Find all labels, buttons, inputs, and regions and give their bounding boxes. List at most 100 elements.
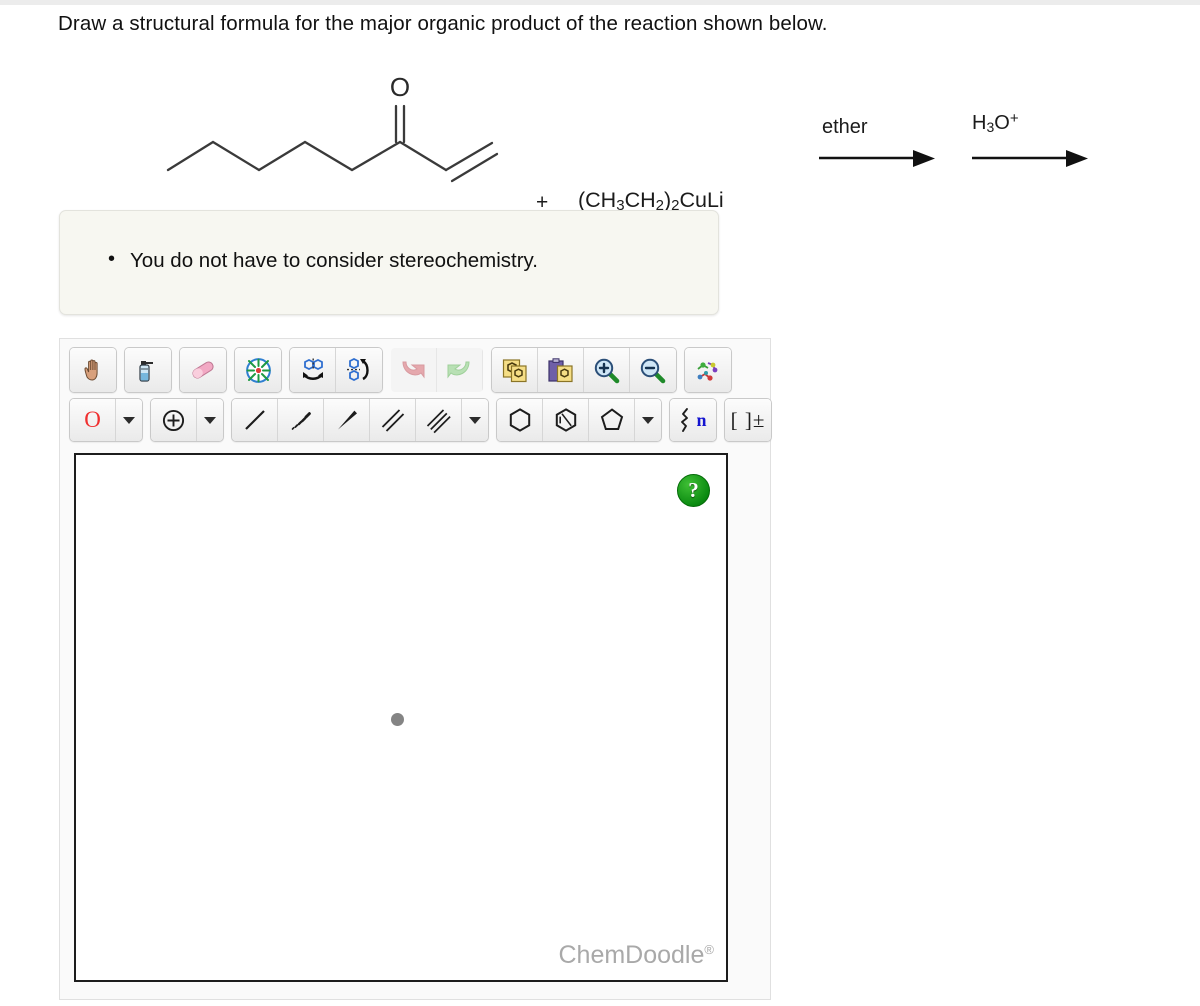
flip-vertical-tool[interactable] [336,348,382,392]
reagent-metal: CuLi [679,188,724,212]
chevron-down-icon [642,416,654,424]
pentagon-icon [600,408,623,430]
copy-button[interactable] [492,348,538,392]
paste-button[interactable] [538,348,584,392]
condition-hydronium: H3O+ [972,110,1097,167]
bracket-charge-tool[interactable]: [ ]± [725,399,771,441]
cyclohexane-ring-tool[interactable] [497,399,543,441]
reaction-arrow-2 [972,150,1088,167]
magnifier-minus-icon [640,358,666,383]
drawing-canvas[interactable]: ? ChemDoodle® [74,453,728,982]
toolbar-row-primary [69,347,739,393]
lasso-select-tool[interactable] [125,348,171,392]
canvas-center-point [391,713,404,726]
redo-arrow-icon [447,361,470,379]
spray-bottle-icon [139,360,153,382]
solid-wedge-bond-tool[interactable] [324,399,370,441]
chevron-down-icon [469,416,481,424]
plus-circle-icon [162,409,185,431]
list-item: You do not have to consider stereochemis… [108,248,538,273]
toolbar-group-clean [234,347,282,393]
pan-hand-tool[interactable] [70,348,116,392]
toolbar-group-bonds [231,398,489,442]
single-bond-icon [244,410,265,430]
magnifier-plus-icon [594,358,619,383]
toolbar-group-templates [684,347,732,393]
registered-mark-icon: ® [704,942,714,957]
flip-horizontal-tool[interactable] [290,348,336,392]
undo-arrow-icon [401,361,424,379]
hexagon-icon [509,408,530,432]
chemdoodle-watermark: ChemDoodle® [558,941,714,970]
charge-tool[interactable] [151,399,197,441]
flip-horizontal-icon [302,358,323,380]
hydronium-o: O [994,112,1010,134]
watermark-text: ChemDoodle [558,941,705,969]
single-bond-tool[interactable] [232,399,278,441]
page-title: Draw a structural formula for the major … [58,12,828,35]
chain-icon [681,408,689,432]
toolbar-group-history [390,347,484,393]
zoom-out-button[interactable] [630,348,676,392]
atom-label-tool[interactable]: O [70,399,116,441]
repeat-unit-tool[interactable]: n [670,399,716,441]
toolbar-group-eraser [179,347,227,393]
ring-dropdown[interactable] [635,399,661,441]
top-strip [0,0,1200,5]
atom-label-text: O [84,407,101,432]
hand-icon [83,359,98,381]
eraser-tool[interactable] [180,348,226,392]
hydronium-charge: + [1009,110,1019,127]
paste-icon [547,357,573,382]
triple-bond-tool[interactable] [416,399,462,441]
charge-dropdown[interactable] [197,399,223,441]
toolbar-group-rings [496,398,662,442]
toolbar-group-atom: O [69,398,143,442]
solid-wedge-icon [337,410,357,430]
aromatic-hexagon-icon [555,408,576,432]
undo-button[interactable] [391,348,437,392]
triple-bond-icon [426,409,451,434]
repeat-unit-label: n [696,409,707,430]
stereochemistry-note-box: You do not have to consider stereochemis… [59,210,719,315]
benzene-ring-tool[interactable] [543,399,589,441]
double-bond-tool[interactable] [370,399,416,441]
reagent-ch: CH [624,188,656,212]
note-list: You do not have to consider stereochemis… [108,248,538,273]
toolbar-group-pan [69,347,117,393]
cyclopentane-ring-tool[interactable] [589,399,635,441]
hashed-wedge-icon [291,412,311,430]
toolbar-row-secondary: O n []± [69,398,779,442]
bracket-charge-label: [ ]± [730,407,766,432]
zoom-in-button[interactable] [584,348,630,392]
copy-icon [502,358,527,382]
hydronium-h: H [972,112,987,134]
flip-vertical-icon [347,357,369,381]
bond-dropdown[interactable] [462,399,488,441]
condition-ether-label: ether [822,116,868,138]
hashed-wedge-bond-tool[interactable] [278,399,324,441]
chevron-down-icon [204,416,216,424]
molecule-templates-icon [697,361,718,381]
toolbar-group-flip [289,347,383,393]
toolbar-group-repeat: n [669,398,717,442]
toolbar-group-clipboard [491,347,677,393]
reaction-scheme: O + (CH3CH2)2CuLi ether H3O+ [0,60,1150,214]
eraser-icon [192,361,214,379]
condition-hydronium-label: H3O+ [972,110,1019,135]
atom-label-dropdown[interactable] [116,399,142,441]
help-button[interactable]: ? [677,474,710,507]
carbonyl-oxygen-label: O [390,72,410,102]
toolbar-group-bracket: [ ]± [724,398,772,442]
reagent-open: (CH [578,188,617,212]
redo-button[interactable] [437,348,483,392]
templates-button[interactable] [685,348,731,392]
chemdoodle-sketcher: O n []± ? ChemDoodle® [59,338,772,1000]
chevron-down-icon [123,416,135,424]
optimize-layout-tool[interactable] [235,348,281,392]
toolbar-group-clear [124,347,172,393]
condition-ether: ether [819,116,942,167]
double-bond-icon [381,409,404,432]
clean-structure-icon [245,357,271,383]
toolbar-group-charge [150,398,224,442]
